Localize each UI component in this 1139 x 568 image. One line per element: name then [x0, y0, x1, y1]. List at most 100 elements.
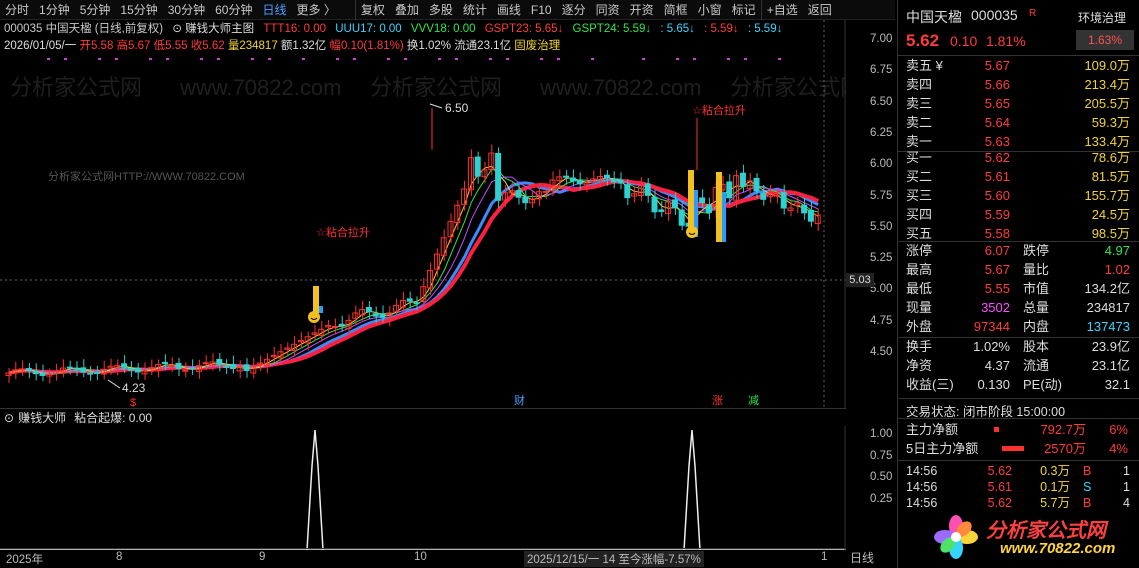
toolbar-item[interactable]: 复权 — [354, 0, 390, 20]
toolbar-item[interactable]: 日线 — [257, 0, 291, 20]
bid-row[interactable]: 买一 5.62 78.6万 — [898, 148, 1139, 167]
watermark-text: 分析家公式网HTTP://WWW.70822.COM — [48, 169, 245, 183]
signal-dot — [98, 58, 101, 60]
stock-code: 000035 — [971, 7, 1018, 23]
candle-body — [182, 369, 189, 372]
stat-key: 内盘 — [1023, 319, 1050, 334]
toolbar-item[interactable]: +自选 — [760, 0, 803, 20]
toolbar-item[interactable]: 5分钟 — [75, 0, 116, 20]
candle-body — [161, 361, 168, 365]
sector-name[interactable]: 环境治理 — [1078, 9, 1126, 26]
tick-price: 5.61 — [987, 480, 1012, 494]
marker-jian: 减 — [748, 394, 759, 407]
candle-body — [617, 180, 624, 184]
signal-dot — [353, 58, 356, 60]
candle-body — [610, 178, 617, 183]
bid-row[interactable]: 买四 5.59 24.5万 — [898, 205, 1139, 224]
toolbar-item[interactable]: 标记 — [727, 0, 761, 20]
watermark-tile: 分析家公式网 — [730, 75, 846, 100]
stat-value: 6.07 — [984, 243, 1010, 258]
stat-key: 总量 — [1023, 300, 1050, 315]
toolbar-item[interactable]: 开资 — [625, 0, 659, 20]
stat-key: 最高 — [906, 262, 933, 277]
bid-label: 买二 — [906, 169, 933, 184]
toolbar-item[interactable]: 小窗 — [693, 0, 727, 20]
date-axis: 2025年 8 9 10 2025/12/15/一 14 至今涨幅-7.57% … — [0, 548, 846, 568]
toolbar-item[interactable]: 返回 — [803, 0, 837, 20]
sub-settings-icon[interactable]: ⊙ — [4, 411, 14, 425]
ask-row[interactable]: 卖五 ¥ 5.67 109.0万 — [898, 56, 1139, 75]
ask-row[interactable]: 卖四 5.66 213.4万 — [898, 75, 1139, 94]
candle-body — [39, 372, 46, 376]
bid-volume: 155.7万 — [1084, 188, 1130, 203]
toolbar-item[interactable]: 统计 — [458, 0, 492, 20]
y-tick-label: 5.75 — [870, 189, 893, 202]
stat-value: 234817 — [1086, 300, 1130, 315]
stat-key: 流通 — [1023, 358, 1050, 373]
tick-volume: 0.1万 — [1040, 480, 1070, 494]
toolbar-item[interactable]: 30分钟 — [163, 0, 210, 20]
signal-dot — [557, 58, 560, 60]
candle-body — [379, 313, 386, 318]
ask-label: 卖三 — [906, 96, 933, 111]
toolbar-item[interactable]: 画线 — [492, 0, 526, 20]
tick-row[interactable]: 14:56 5.62 5.7万 B 4 — [898, 495, 1139, 511]
toolbar-item[interactable]: 同资 — [591, 0, 625, 20]
candlestick-chart[interactable]: 分析家公式网HTTP://WWW.70822.COM 分析家公式网 分析家公式网 分析… — [0, 20, 846, 408]
toolbar-item[interactable]: 多股 — [424, 0, 458, 20]
sub-indicator-chart[interactable] — [0, 426, 846, 550]
tick-price: 5.62 — [987, 496, 1012, 510]
ask-price: 5.65 — [984, 96, 1010, 111]
sub-indicator-name[interactable]: 赚钱大师 — [18, 409, 66, 426]
candle-body — [522, 196, 529, 204]
stat-value: 1.02% — [973, 339, 1010, 354]
toolbar-item[interactable]: 叠加 — [390, 0, 424, 20]
logo-text: 分析家公式网 — [986, 520, 1106, 542]
period-indicator[interactable]: 日线 — [850, 549, 890, 566]
flow-value: 792.7万 — [1040, 422, 1086, 437]
signal-dot — [455, 58, 458, 60]
candle-body — [651, 196, 658, 213]
bid-label: 买一 — [906, 150, 933, 165]
bid-row[interactable]: 买三 5.60 155.7万 — [898, 186, 1139, 205]
current-price: 5.62 — [906, 31, 940, 50]
toolbar-item[interactable]: F10 — [526, 0, 557, 20]
toolbar-item[interactable]: 更多 〉 — [291, 0, 340, 20]
marker-cai: 财 — [514, 393, 525, 407]
stat-key: 最低 — [906, 281, 933, 296]
stat-value: 23.9亿 — [1091, 339, 1130, 354]
signal-dot — [506, 58, 509, 60]
flow-bar — [994, 427, 999, 432]
toolbar-item[interactable]: 15分钟 — [115, 0, 162, 20]
ask-volume: 213.4万 — [1084, 77, 1130, 92]
candle-body — [603, 174, 610, 179]
ask-row[interactable]: 卖三 5.65 205.5万 — [898, 94, 1139, 113]
signal-dot — [387, 58, 390, 60]
toolbar-item[interactable]: 分时 — [0, 0, 34, 20]
signal-dot — [727, 58, 730, 60]
bid-row[interactable]: 买二 5.61 81.5万 — [898, 167, 1139, 186]
toolbar-item[interactable]: 60分钟 — [210, 0, 257, 20]
candle-body — [495, 152, 502, 201]
x-label-year: 2025年 — [6, 554, 44, 566]
toolbar-item[interactable]: 逐分 — [557, 0, 591, 20]
bid-price: 5.61 — [984, 169, 1010, 184]
stat-row: 收益(三) 0.130 PE(动) 32.1 — [898, 375, 1139, 394]
smiley-icon — [686, 226, 698, 238]
tick-row[interactable]: 14:56 5.62 0.3万 B 1 — [898, 463, 1139, 479]
candle-body — [705, 204, 712, 213]
ask-row[interactable]: 卖二 5.64 59.3万 — [898, 113, 1139, 132]
sub-indicator-header: ⊙ 赚钱大师 粘合起爆: 0.00 — [0, 408, 846, 426]
signal-dot — [404, 58, 407, 60]
candle-body — [189, 367, 196, 370]
toolbar-item[interactable]: 1分钟 — [34, 0, 75, 20]
tick-row[interactable]: 14:56 5.61 0.1万 S 1 — [898, 479, 1139, 495]
toolbar-item[interactable]: 简框 — [659, 0, 693, 20]
stat-value: 0.130 — [977, 377, 1010, 392]
candle-body — [80, 367, 87, 373]
tick-side: S — [1083, 480, 1092, 494]
candle-body — [216, 359, 223, 365]
stat-value: 1.02 — [1104, 262, 1130, 277]
flow-pct: 6% — [1109, 422, 1128, 437]
flow-label: 5日主力净额 — [906, 441, 979, 456]
